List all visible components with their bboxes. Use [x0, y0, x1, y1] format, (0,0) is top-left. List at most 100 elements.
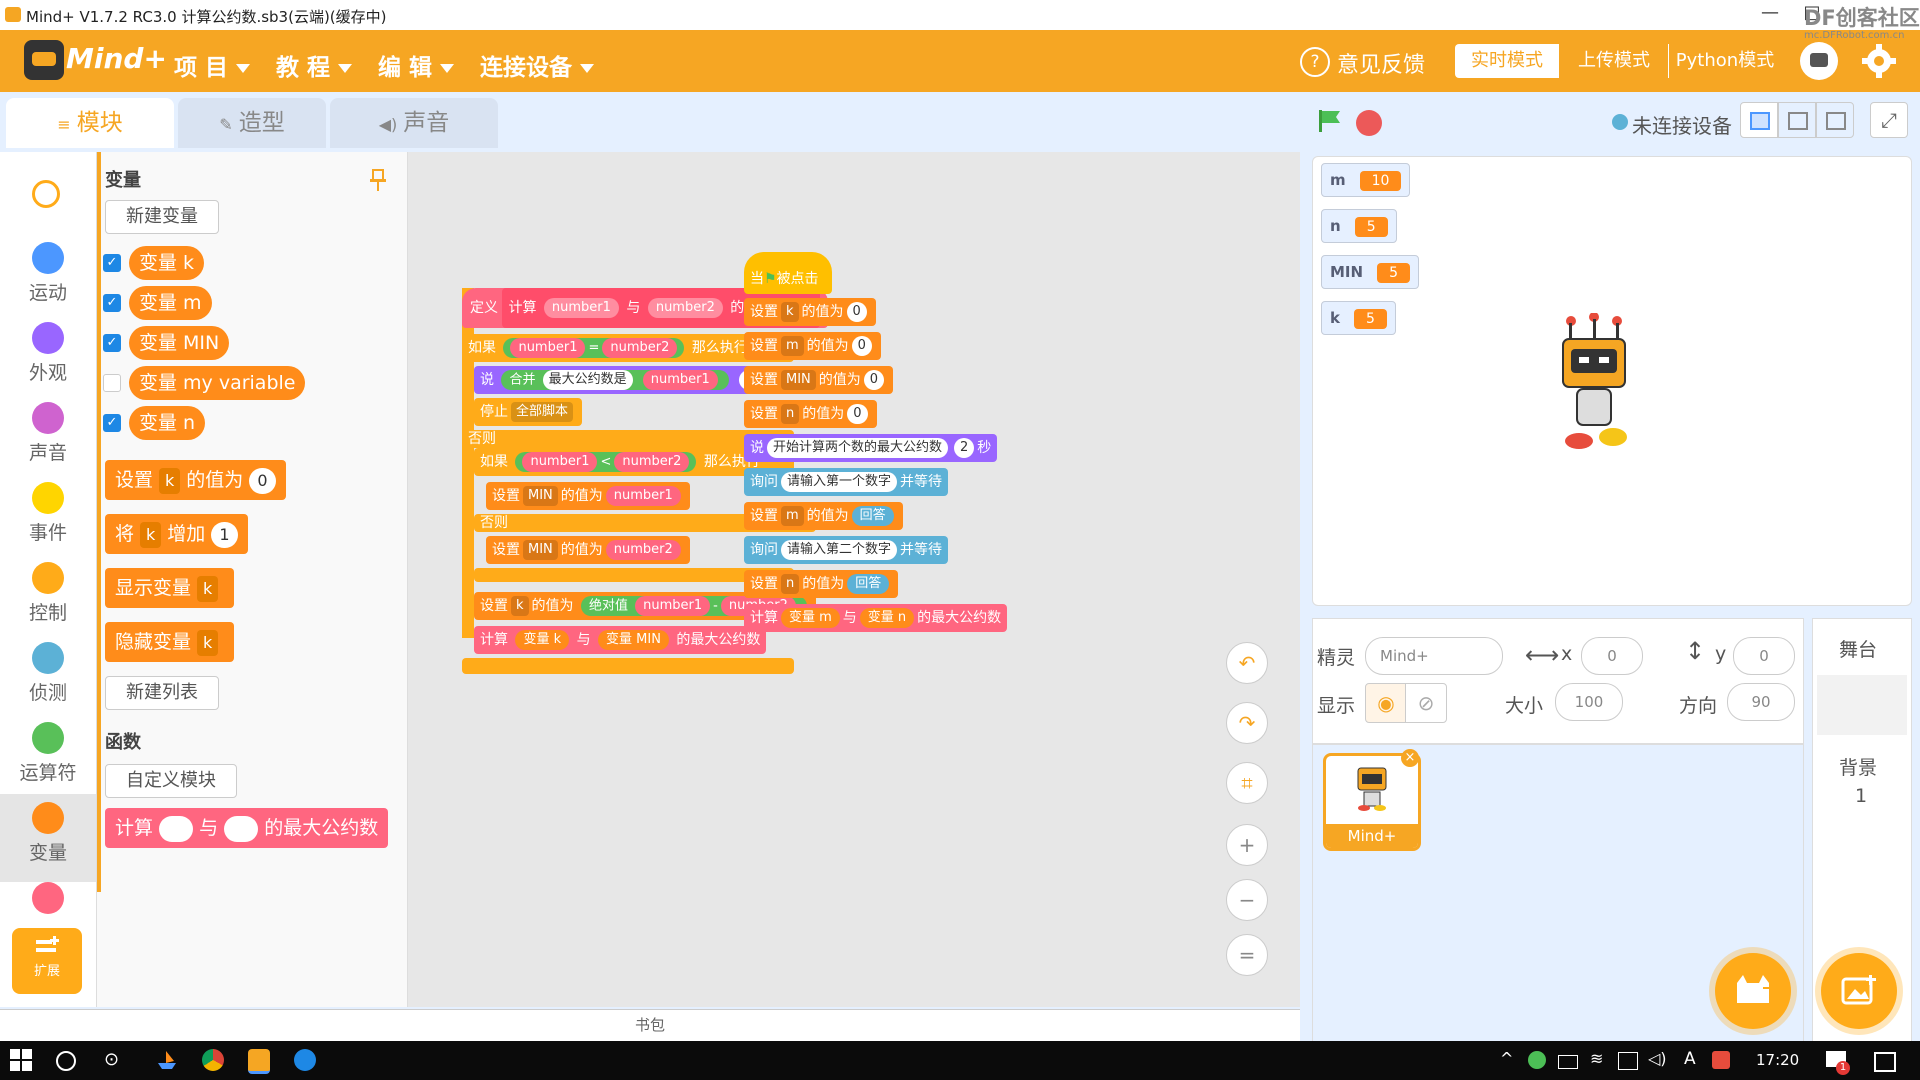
set-k-zero-block[interactable]: 设置 k 的值为 0 — [744, 298, 876, 326]
when-flag-clicked-block[interactable]: 当⚑被点击 — [744, 252, 832, 294]
hide-variable-block[interactable]: 隐藏变量 k — [105, 622, 235, 662]
wifi-icon[interactable]: ≋ — [1590, 1049, 1603, 1068]
new-list-button[interactable]: 新建列表 — [105, 676, 219, 710]
python-mode-button[interactable]: Python模式 — [1668, 44, 1781, 78]
variable-m-checkbox[interactable]: ✓ — [103, 294, 121, 312]
new-variable-button[interactable]: 新建变量 — [105, 200, 219, 234]
feedback-link[interactable]: 意见反馈 — [1337, 47, 1425, 79]
tab-costumes[interactable]: ✎ 造型 — [178, 98, 326, 148]
show-variable-block[interactable]: 显示变量 k — [105, 568, 235, 608]
pin-icon[interactable] — [369, 168, 387, 192]
category-control[interactable]: 控制 — [0, 562, 96, 625]
set-min-number1-block[interactable]: 设置 MIN 的值为 number1 — [486, 482, 690, 510]
category-events[interactable]: 事件 — [0, 482, 96, 545]
set-n-answer-block[interactable]: 设置 n 的值为 回答 — [744, 570, 899, 598]
category-variables[interactable]: 变量 — [0, 794, 96, 882]
variable-my-variable-reporter[interactable]: 变量 my variable — [129, 366, 306, 400]
search-icon[interactable] — [32, 180, 60, 208]
menu-edit[interactable]: 编 辑 — [378, 48, 455, 82]
category-operators[interactable]: 运算符 — [0, 722, 96, 785]
set-m-answer-block[interactable]: 设置 m 的值为 回答 — [744, 502, 903, 530]
upload-mode-button[interactable]: 上传模式 — [1562, 44, 1666, 78]
extensions-button[interactable]: 扩展 — [12, 928, 82, 994]
tray-app-icon[interactable] — [1528, 1051, 1546, 1069]
stage[interactable]: m 10 n5 MIN 5 k5 — [1312, 156, 1912, 606]
variable-k-checkbox[interactable]: ✓ — [103, 254, 121, 272]
small-stage-button[interactable] — [1740, 102, 1778, 138]
help-icon[interactable]: ? — [1300, 47, 1330, 77]
custom-block-button[interactable]: 自定义模块 — [105, 764, 237, 798]
direction-input[interactable]: 90 — [1727, 683, 1795, 721]
set-n-zero-block[interactable]: 设置 n 的值为 0 — [744, 400, 877, 428]
sprite-name-input[interactable]: Mind+ — [1365, 637, 1503, 675]
undo-icon[interactable]: ↶ — [1226, 642, 1268, 684]
stop-block[interactable]: 停止 全部脚本 — [474, 398, 583, 426]
stop-icon[interactable] — [1356, 110, 1382, 136]
category-sound[interactable]: 声音 — [0, 402, 96, 465]
fullscreen-icon[interactable]: ⤢ — [1870, 102, 1908, 138]
ask-second-number-block[interactable]: 询问 请输入第二个数字 并等待 — [744, 536, 949, 564]
delete-sprite-icon[interactable]: × — [1401, 749, 1419, 767]
menu-tutorial[interactable]: 教 程 — [276, 48, 353, 82]
category-sensing[interactable]: 侦测 — [0, 642, 96, 705]
backpack[interactable]: 书包 — [0, 1009, 1300, 1042]
browser-icon[interactable] — [294, 1049, 316, 1071]
tab-blocks[interactable]: ≡ 模块 — [6, 98, 174, 148]
ask-first-number-block[interactable]: 询问 请输入第一个数字 并等待 — [744, 468, 949, 496]
menu-project[interactable]: 项 目 — [174, 48, 251, 82]
stage-panel[interactable]: 舞台 背景 1 — [1812, 618, 1912, 1046]
sogou-icon[interactable] — [1712, 1051, 1730, 1069]
task-view-icon[interactable]: ⊙ — [104, 1049, 126, 1071]
y-input[interactable]: 0 — [1733, 637, 1795, 675]
calc-gcd-m-n-block[interactable]: 计算 变量 m 与变量 n 的最大公约数 — [744, 604, 1008, 632]
palette-scrollbar[interactable] — [97, 152, 101, 892]
hide-stage-button[interactable] — [1816, 102, 1854, 138]
battery-icon[interactable] — [1558, 1055, 1578, 1069]
say-start-block[interactable]: 说开始计算两个数的最大公约数 2 秒 — [744, 434, 998, 462]
set-m-zero-block[interactable]: 设置 m 的值为 0 — [744, 332, 881, 360]
action-center-icon[interactable] — [1874, 1052, 1896, 1072]
tray-up-arrow-icon[interactable]: ^ — [1500, 1049, 1513, 1068]
variable-n-checkbox[interactable]: ✓ — [103, 414, 121, 432]
set-min-zero-block[interactable]: 设置 MIN 的值为 0 — [744, 366, 894, 394]
x-input[interactable]: 0 — [1581, 637, 1643, 675]
variable-min-checkbox[interactable]: ✓ — [103, 334, 121, 352]
change-variable-block[interactable]: 将 k 增加 1 — [105, 514, 248, 554]
set-min-number2-block[interactable]: 设置 MIN 的值为 number2 — [486, 536, 690, 564]
mind-plus-taskbar-icon[interactable] — [248, 1049, 270, 1074]
gcd-function-block[interactable]: 计算 与 的最大公约数 — [105, 808, 389, 848]
size-input[interactable]: 100 — [1555, 683, 1623, 721]
app-boat-icon[interactable] — [156, 1049, 178, 1071]
volume-icon[interactable]: ◁) — [1648, 1049, 1667, 1068]
chrome-icon[interactable] — [202, 1049, 224, 1071]
ime-indicator[interactable]: A — [1684, 1049, 1696, 1069]
zoom-reset-icon[interactable]: = — [1226, 934, 1268, 976]
calc-gcd-k-min-block[interactable]: 计算 变量 k 与 变量 MIN 的最大公约数 — [474, 626, 767, 654]
minimize-button[interactable]: — — [1750, 2, 1790, 28]
category-motion[interactable]: 运动 — [0, 242, 96, 305]
settings-gear-icon[interactable] — [1862, 44, 1896, 78]
tray-window-icon[interactable] — [1618, 1052, 1638, 1070]
tab-sounds[interactable]: ◀) 声音 — [330, 98, 498, 148]
show-eye-icon[interactable]: ◉ — [1365, 683, 1407, 723]
variable-my-variable-checkbox[interactable] — [103, 374, 121, 392]
add-sprite-button[interactable] — [1715, 953, 1791, 1029]
say-block[interactable]: 说 合并 最大公约数是 number1 2秒 — [474, 366, 783, 394]
hide-eye-icon[interactable]: ⊘ — [1405, 683, 1447, 723]
redo-icon[interactable]: ↷ — [1226, 702, 1268, 744]
variable-n-reporter[interactable]: 变量 n — [129, 406, 206, 440]
set-variable-block[interactable]: 设置 k 的值为 0 — [105, 460, 286, 500]
variable-min-reporter[interactable]: 变量 MIN — [129, 326, 230, 360]
variable-k-reporter[interactable]: 变量 k — [129, 246, 205, 280]
clock[interactable]: 17:20 — [1756, 1051, 1799, 1069]
zoom-in-icon[interactable]: + — [1226, 824, 1268, 866]
user-avatar[interactable] — [1800, 42, 1838, 80]
cortana-icon[interactable] — [56, 1051, 76, 1071]
normal-stage-button[interactable] — [1778, 102, 1816, 138]
green-flag-icon[interactable] — [1316, 108, 1342, 134]
windows-start-icon[interactable] — [10, 1049, 32, 1071]
script-workspace[interactable]: 定义 计算 number1 与 number2 的最大公约数 如果 number… — [408, 152, 1300, 1007]
realtime-mode-button[interactable]: 实时模式 — [1455, 44, 1559, 78]
mind-robot-sprite[interactable] — [1549, 312, 1639, 453]
crop-icon[interactable]: ⌗ — [1226, 762, 1268, 804]
